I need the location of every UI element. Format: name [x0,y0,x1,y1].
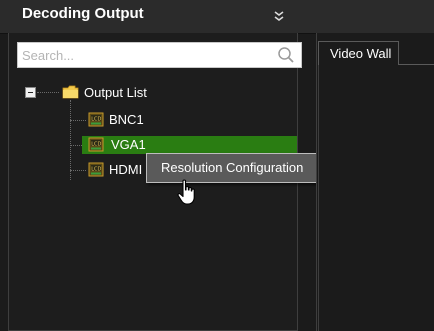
decoder-output-icon: LCD [88,112,104,127]
tree-item-vga1[interactable]: VGA1 [111,137,146,153]
decoder-output-icon: LCD [88,162,104,177]
menu-item-resolution-configuration[interactable]: Resolution Configuration [161,160,303,175]
tab-baseline [398,64,434,65]
decoder-output-icon: LCD [88,137,104,152]
search-box[interactable] [17,42,302,68]
search-input[interactable] [22,44,272,66]
tab-video-wall[interactable]: Video Wall [318,41,399,65]
svg-text:LCD: LCD [91,166,101,172]
tree-connector [70,170,86,171]
search-icon[interactable] [277,46,295,64]
tree-connector [70,100,71,180]
svg-text:LCD: LCD [91,116,101,122]
tree-item-bnc1[interactable]: BNC1 [109,112,144,128]
tree-connector [37,92,59,93]
collapse-toggle[interactable] [25,87,36,98]
hand-cursor-icon [177,179,195,205]
tree-item-hdmi[interactable]: HDMI [109,162,142,178]
tree-connector [70,120,86,121]
tree-root-label[interactable]: Output List [84,85,147,101]
video-wall-panel [316,33,434,331]
folder-icon [62,85,79,99]
tab-content-border [318,65,319,331]
collapse-icon[interactable] [273,10,285,22]
panel-title: Decoding Output [22,5,144,22]
svg-text:LCD: LCD [91,141,101,147]
panel-header: Decoding Output [0,0,434,34]
